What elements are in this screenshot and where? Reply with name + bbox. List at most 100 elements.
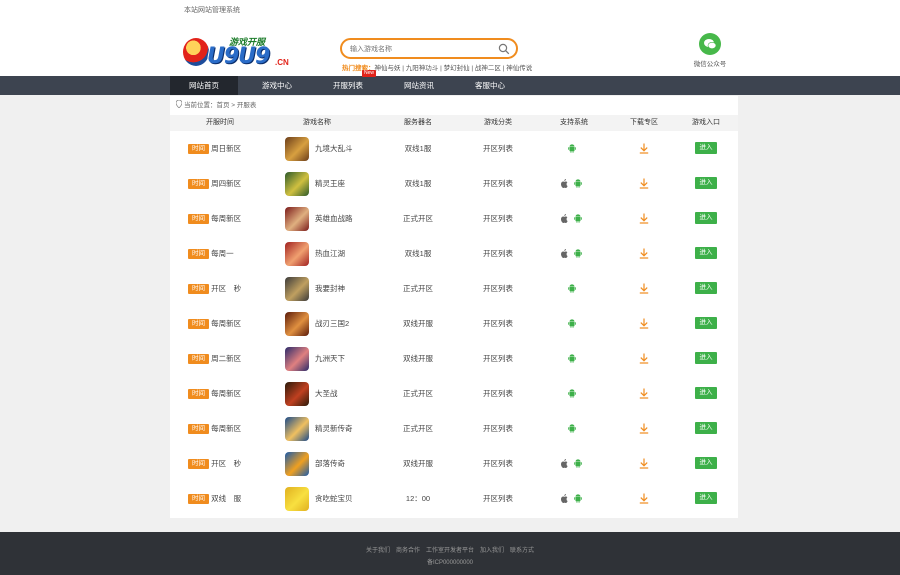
open-time-text: 每周新区 xyxy=(211,389,242,398)
enter-button[interactable]: 进入 xyxy=(695,212,717,224)
android-icon xyxy=(568,284,576,293)
enter-button[interactable]: 进入 xyxy=(695,352,717,364)
game-icon[interactable] xyxy=(285,347,309,371)
enter-button[interactable]: 进入 xyxy=(695,492,717,504)
enter-button[interactable]: 进入 xyxy=(695,247,717,259)
game-category[interactable]: 开区列表 xyxy=(470,236,526,271)
enter-button[interactable]: 进入 xyxy=(695,422,717,434)
breadcrumb-text[interactable]: 当前位置：首页 > 开服表 xyxy=(184,102,256,109)
nav-label: 网站首页 xyxy=(189,81,219,90)
header-open-time: 开服时间 xyxy=(206,119,234,126)
footer-link[interactable]: 关于我们 xyxy=(366,548,390,554)
nav-server-list[interactable]: 开服列表 New xyxy=(314,70,382,95)
game-name[interactable]: 九境大乱斗 xyxy=(315,131,353,166)
time-badge: 时间 xyxy=(188,214,209,225)
table-header: 开服时间 游戏名称 服务器名 游戏分类 支持系统 下载专区 游戏入口 xyxy=(170,115,738,131)
enter-button[interactable]: 进入 xyxy=(695,142,717,154)
enter-button[interactable]: 进入 xyxy=(695,457,717,469)
open-time: 时间 开区 秒 xyxy=(188,271,241,306)
game-category[interactable]: 开区列表 xyxy=(470,166,526,201)
game-category[interactable]: 开区列表 xyxy=(470,411,526,446)
nav-games[interactable]: 游戏中心 xyxy=(243,76,311,95)
game-category[interactable]: 开区列表 xyxy=(470,131,526,166)
download-icon[interactable] xyxy=(639,388,649,399)
wechat-qr[interactable]: 微信公众号 xyxy=(693,33,727,68)
game-icon[interactable] xyxy=(285,382,309,406)
game-icon[interactable] xyxy=(285,172,309,196)
footer-link[interactable]: 商务合作 xyxy=(396,548,420,554)
download-icon[interactable] xyxy=(639,458,649,469)
download-icon[interactable] xyxy=(639,178,649,189)
download-icon[interactable] xyxy=(639,353,649,364)
download-icon[interactable] xyxy=(639,248,649,259)
game-icon[interactable] xyxy=(285,312,309,336)
search-icon[interactable] xyxy=(498,43,510,55)
site-logo[interactable]: 游戏开服 U9U9 .CN xyxy=(183,34,303,74)
game-icon[interactable] xyxy=(285,207,309,231)
server-name: 双线1服 xyxy=(404,179,432,188)
game-icon[interactable] xyxy=(285,137,309,161)
game-name[interactable]: 热血江湖 xyxy=(315,236,345,271)
footer-link[interactable]: 工作室开发者平台 xyxy=(426,548,474,554)
footer-link[interactable]: 联系方式 xyxy=(510,548,534,554)
open-time: 时间 每周新区 xyxy=(188,201,241,236)
enter-button[interactable]: 进入 xyxy=(695,177,717,189)
nav-service[interactable]: 客服中心 xyxy=(456,76,524,95)
download-icon[interactable] xyxy=(639,143,649,154)
footer-icp: 备ICP000000000 xyxy=(426,560,474,566)
table-row: 时间 双线 服 贪吃蛇宝贝 12：00 开区列表 进入 xyxy=(170,481,738,516)
nav-home[interactable]: 网站首页 xyxy=(170,76,238,95)
game-name[interactable]: 英雄血战路 xyxy=(315,201,353,236)
game-name[interactable]: 部落传奇 xyxy=(315,446,345,481)
enter-button[interactable]: 进入 xyxy=(695,387,717,399)
footer-link[interactable]: 加入我们 xyxy=(480,548,504,554)
search-input[interactable] xyxy=(350,43,495,55)
open-time-text: 每周新区 xyxy=(211,424,242,433)
download-icon[interactable] xyxy=(639,423,649,434)
apple-icon xyxy=(561,179,568,188)
game-name[interactable]: 贪吃蛇宝贝 xyxy=(315,481,353,516)
game-icon[interactable] xyxy=(285,452,309,476)
game-name[interactable]: 我要封神 xyxy=(315,271,345,306)
game-icon[interactable] xyxy=(285,417,309,441)
enter-button[interactable]: 进入 xyxy=(695,282,717,294)
download-icon[interactable] xyxy=(639,213,649,224)
time-badge: 时间 xyxy=(188,284,209,295)
game-name[interactable]: 精灵王座 xyxy=(315,166,345,201)
game-category[interactable]: 开区列表 xyxy=(470,341,526,376)
table-row: 时间 每周新区 大圣战 正式开区 开区列表 进入 xyxy=(170,376,738,411)
android-icon xyxy=(574,494,582,503)
breadcrumb: 当前位置：首页 > 开服表 xyxy=(170,99,256,109)
game-name[interactable]: 精灵新传奇 xyxy=(315,411,353,446)
time-badge: 时间 xyxy=(188,354,209,365)
game-category[interactable]: 开区列表 xyxy=(470,446,526,481)
open-time: 时间 每周新区 xyxy=(188,411,241,446)
game-category[interactable]: 开区列表 xyxy=(470,481,526,516)
server-name: 双线1服 xyxy=(404,249,432,258)
nav-label: 游戏中心 xyxy=(262,81,292,90)
open-time: 时间 每周新区 xyxy=(188,306,241,341)
game-category[interactable]: 开区列表 xyxy=(470,201,526,236)
game-name[interactable]: 大圣战 xyxy=(315,376,338,411)
server-name: 正式开区 xyxy=(403,284,433,293)
footer: 关于我们 商务合作 工作室开发者平台 加入我们 联系方式 备ICP000000000 xyxy=(0,532,900,575)
game-icon[interactable] xyxy=(285,242,309,266)
open-time-text: 周四新区 xyxy=(211,179,242,188)
game-category[interactable]: 开区列表 xyxy=(470,271,526,306)
hot-search-terms[interactable]: 神仙与妖 | 九阳神功斗 | 梦幻封仙 | 战神二区 | 神仙传说 xyxy=(375,65,533,72)
game-name[interactable]: 战刃三国2 xyxy=(315,306,349,341)
android-icon xyxy=(568,354,576,363)
table-row: 时间 周二新区 九洲天下 双线开服 开区列表 进入 xyxy=(170,341,738,376)
game-category[interactable]: 开区列表 xyxy=(470,376,526,411)
nav-news[interactable]: 网站资讯 xyxy=(385,76,453,95)
android-icon xyxy=(574,249,582,258)
game-icon[interactable] xyxy=(285,277,309,301)
download-icon[interactable] xyxy=(639,318,649,329)
enter-button[interactable]: 进入 xyxy=(695,317,717,329)
server-name: 正式开区 xyxy=(403,424,433,433)
game-icon[interactable] xyxy=(285,487,309,511)
download-icon[interactable] xyxy=(639,493,649,504)
game-category[interactable]: 开区列表 xyxy=(470,306,526,341)
download-icon[interactable] xyxy=(639,283,649,294)
game-name[interactable]: 九洲天下 xyxy=(315,341,345,376)
